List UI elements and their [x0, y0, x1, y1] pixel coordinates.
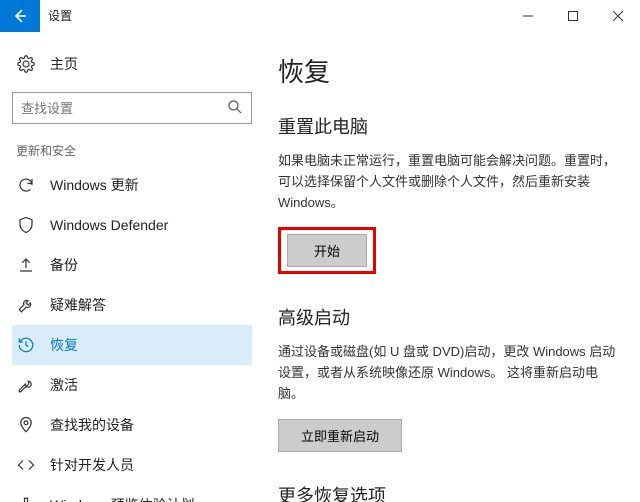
section-more-options: 更多恢复选项 了解如何进行 Windows 的全新安装以便开始全新的体验	[278, 482, 618, 502]
restart-now-button[interactable]: 立即重新启动	[278, 419, 402, 452]
shield-icon	[16, 216, 36, 234]
sidebar-item-label: 备份	[50, 255, 78, 275]
arrow-left-icon	[12, 8, 28, 24]
home-link[interactable]: 主页	[12, 44, 252, 84]
flask-icon	[16, 496, 36, 502]
window-title: 设置	[40, 7, 505, 24]
section-heading: 高级启动	[278, 304, 618, 330]
close-button[interactable]	[595, 0, 640, 32]
maximize-icon	[568, 11, 578, 21]
search-box	[12, 92, 252, 124]
sidebar-item-find-device[interactable]: 查找我的设备	[12, 405, 252, 445]
sidebar-item-label: 恢复	[50, 335, 78, 355]
sidebar-item-recovery[interactable]: 恢复	[12, 325, 252, 365]
titlebar: 设置	[0, 0, 640, 32]
back-button[interactable]	[0, 0, 40, 32]
search-icon	[226, 98, 244, 116]
window-controls	[505, 0, 640, 32]
sidebar: 主页 更新和安全 Windows 更新 Windows Defender	[0, 32, 264, 502]
section-reset: 重置此电脑 如果电脑未正常运行，重置电脑可能会解决问题。重置时，可以选择保留个人…	[278, 113, 618, 274]
sidebar-item-label: Windows 更新	[50, 175, 139, 195]
sidebar-item-label: 激活	[50, 375, 78, 395]
location-icon	[16, 416, 36, 434]
sidebar-item-defender[interactable]: Windows Defender	[12, 205, 252, 245]
minimize-button[interactable]	[505, 0, 550, 32]
maximize-button[interactable]	[550, 0, 595, 32]
section-advanced-startup: 高级启动 通过设备或磁盘(如 U 盘或 DVD)启动，更改 Windows 启动…	[278, 304, 618, 451]
section-heading: 重置此电脑	[278, 113, 618, 139]
home-label: 主页	[50, 54, 78, 74]
reset-start-button[interactable]: 开始	[287, 234, 367, 267]
sidebar-item-developers[interactable]: 针对开发人员	[12, 445, 252, 485]
sidebar-item-windows-update[interactable]: Windows 更新	[12, 165, 252, 205]
search-input[interactable]	[12, 92, 252, 124]
sidebar-item-insider[interactable]: Windows 预览体验计划	[12, 485, 252, 502]
section-heading: 更多恢复选项	[278, 482, 618, 502]
section-body: 如果电脑未正常运行，重置电脑可能会解决问题。重置时，可以选择保留个人文件或删除个…	[278, 151, 618, 213]
history-icon	[16, 336, 36, 354]
main-content: 恢复 重置此电脑 如果电脑未正常运行，重置电脑可能会解决问题。重置时，可以选择保…	[264, 32, 640, 502]
sync-icon	[16, 176, 36, 194]
sidebar-item-label: 查找我的设备	[50, 415, 134, 435]
sidebar-item-label: Windows 预览体验计划	[50, 495, 195, 502]
page-title: 恢复	[278, 52, 618, 89]
sidebar-section-title: 更新和安全	[16, 142, 252, 159]
section-body: 通过设备或磁盘(如 U 盘或 DVD)启动，更改 Windows 启动设置，或者…	[278, 342, 618, 404]
sidebar-item-label: 针对开发人员	[50, 455, 134, 475]
sidebar-item-activation[interactable]: 激活	[12, 365, 252, 405]
sidebar-item-backup[interactable]: 备份	[12, 245, 252, 285]
minimize-icon	[523, 11, 533, 21]
gear-icon	[16, 55, 36, 73]
sidebar-item-troubleshoot[interactable]: 疑难解答	[12, 285, 252, 325]
code-icon	[16, 456, 36, 474]
upload-icon	[16, 256, 36, 274]
sidebar-item-label: Windows Defender	[50, 217, 168, 233]
close-icon	[613, 11, 623, 21]
sidebar-item-label: 疑难解答	[50, 295, 106, 315]
wrench-icon	[16, 296, 36, 314]
callout-highlight: 开始	[278, 227, 376, 274]
key-icon	[16, 376, 36, 394]
